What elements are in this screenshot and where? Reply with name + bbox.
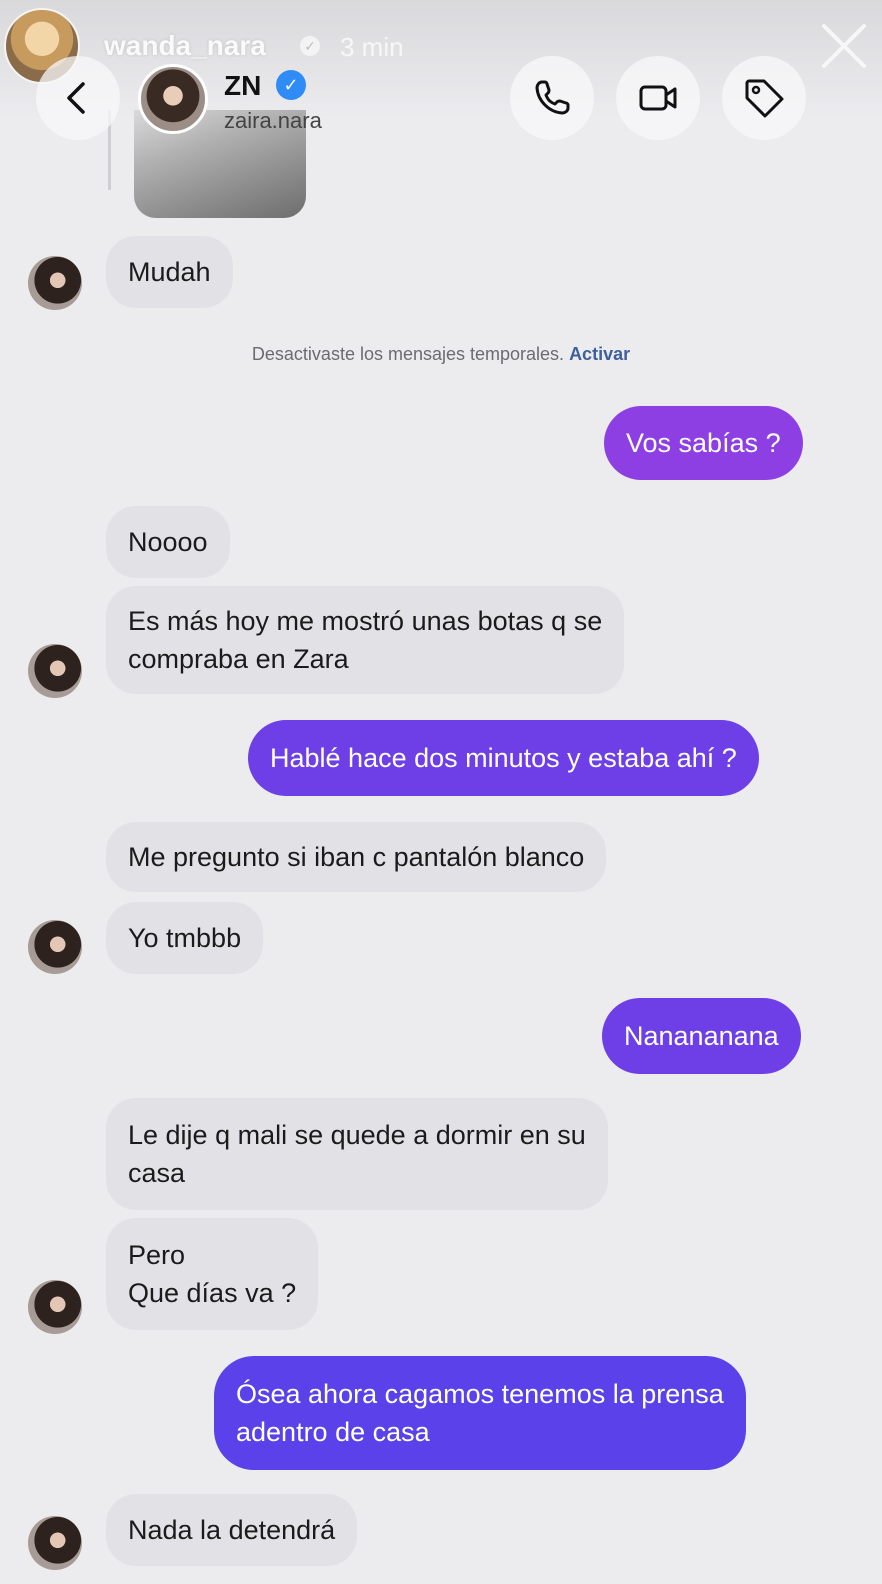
story-username[interactable]: wanda_nara	[104, 30, 266, 62]
incoming-message[interactable]: Es más hoy me mostró unas botas q se com…	[106, 586, 625, 694]
message-text: Le dije q mali se quede a dormir en su	[128, 1120, 586, 1150]
outgoing-message[interactable]: Hablé hace dos minutos y estaba ahí ?	[248, 720, 759, 796]
system-note-text: Desactivaste los mensajes temporales.	[251, 344, 565, 364]
incoming-message[interactable]: Me pregunto si iban c pantalón blanco	[106, 822, 607, 892]
back-button[interactable]	[36, 56, 120, 140]
message-text: compraba en Zara	[128, 644, 349, 674]
message-text: Mudah	[128, 257, 211, 287]
sender-avatar[interactable]	[28, 256, 82, 310]
contact-username: zaira.nara	[224, 108, 322, 133]
outgoing-message[interactable]: Vos sabías ?	[604, 406, 803, 480]
message-text: Que días va ?	[128, 1278, 297, 1308]
incoming-message[interactable]: Nada la detendrá	[106, 1494, 358, 1566]
incoming-message[interactable]: Yo tmbbb	[106, 902, 264, 974]
verified-icon: ✓	[276, 70, 306, 100]
sender-avatar[interactable]	[28, 1280, 82, 1334]
outgoing-message[interactable]: Ósea ahora cagamos tenemos la prensa ade…	[214, 1356, 746, 1470]
message-text: Ósea ahora cagamos tenemos la prensa	[236, 1379, 724, 1409]
story-time: 3 min	[340, 32, 404, 62]
message-text: Vos sabías ?	[626, 428, 781, 458]
message-text: casa	[128, 1158, 186, 1188]
sender-avatar[interactable]	[28, 1516, 82, 1570]
incoming-message[interactable]: Noooo	[106, 506, 230, 578]
tag-icon	[745, 79, 784, 118]
video-call-button[interactable]	[616, 56, 700, 140]
tag-button[interactable]	[722, 56, 806, 140]
incoming-message[interactable]: Pero Que días va ?	[106, 1218, 319, 1330]
message-text: Yo tmbbb	[128, 923, 242, 953]
call-button[interactable]	[510, 56, 594, 140]
contact-avatar[interactable]	[138, 64, 208, 134]
incoming-message[interactable]: Mudah	[106, 236, 233, 308]
contact-name[interactable]: ZN	[224, 70, 261, 102]
system-note: Desactivaste los mensajes temporales. Ac…	[0, 344, 882, 365]
back-icon	[67, 82, 85, 114]
message-text: Noooo	[128, 527, 208, 557]
message-text: Es más hoy me mostró unas botas q se	[128, 606, 603, 636]
incoming-message[interactable]: Le dije q mali se quede a dormir en su c…	[106, 1098, 608, 1210]
message-text: Pero	[128, 1240, 186, 1270]
message-text: Me pregunto si iban c pantalón blanco	[128, 842, 585, 872]
sender-avatar[interactable]	[28, 644, 82, 698]
message-text: adentro de casa	[236, 1417, 430, 1447]
sender-avatar[interactable]	[28, 920, 82, 974]
message-text: Nada la detendrá	[128, 1515, 336, 1545]
story-verified-icon: ✓	[300, 36, 320, 56]
story-frame: wanda_nara ✓ 3 min ZN ✓ zaira.nara Mudah…	[0, 0, 882, 1584]
activate-link[interactable]: Activar	[569, 344, 630, 364]
close-icon[interactable]	[816, 18, 872, 74]
message-text: Hablé hace dos minutos y estaba ahí ?	[270, 743, 737, 773]
video-camera-icon	[639, 85, 677, 111]
message-text: Nanananana	[624, 1021, 779, 1051]
phone-icon	[535, 80, 570, 115]
outgoing-message[interactable]: Nanananana	[602, 998, 801, 1074]
